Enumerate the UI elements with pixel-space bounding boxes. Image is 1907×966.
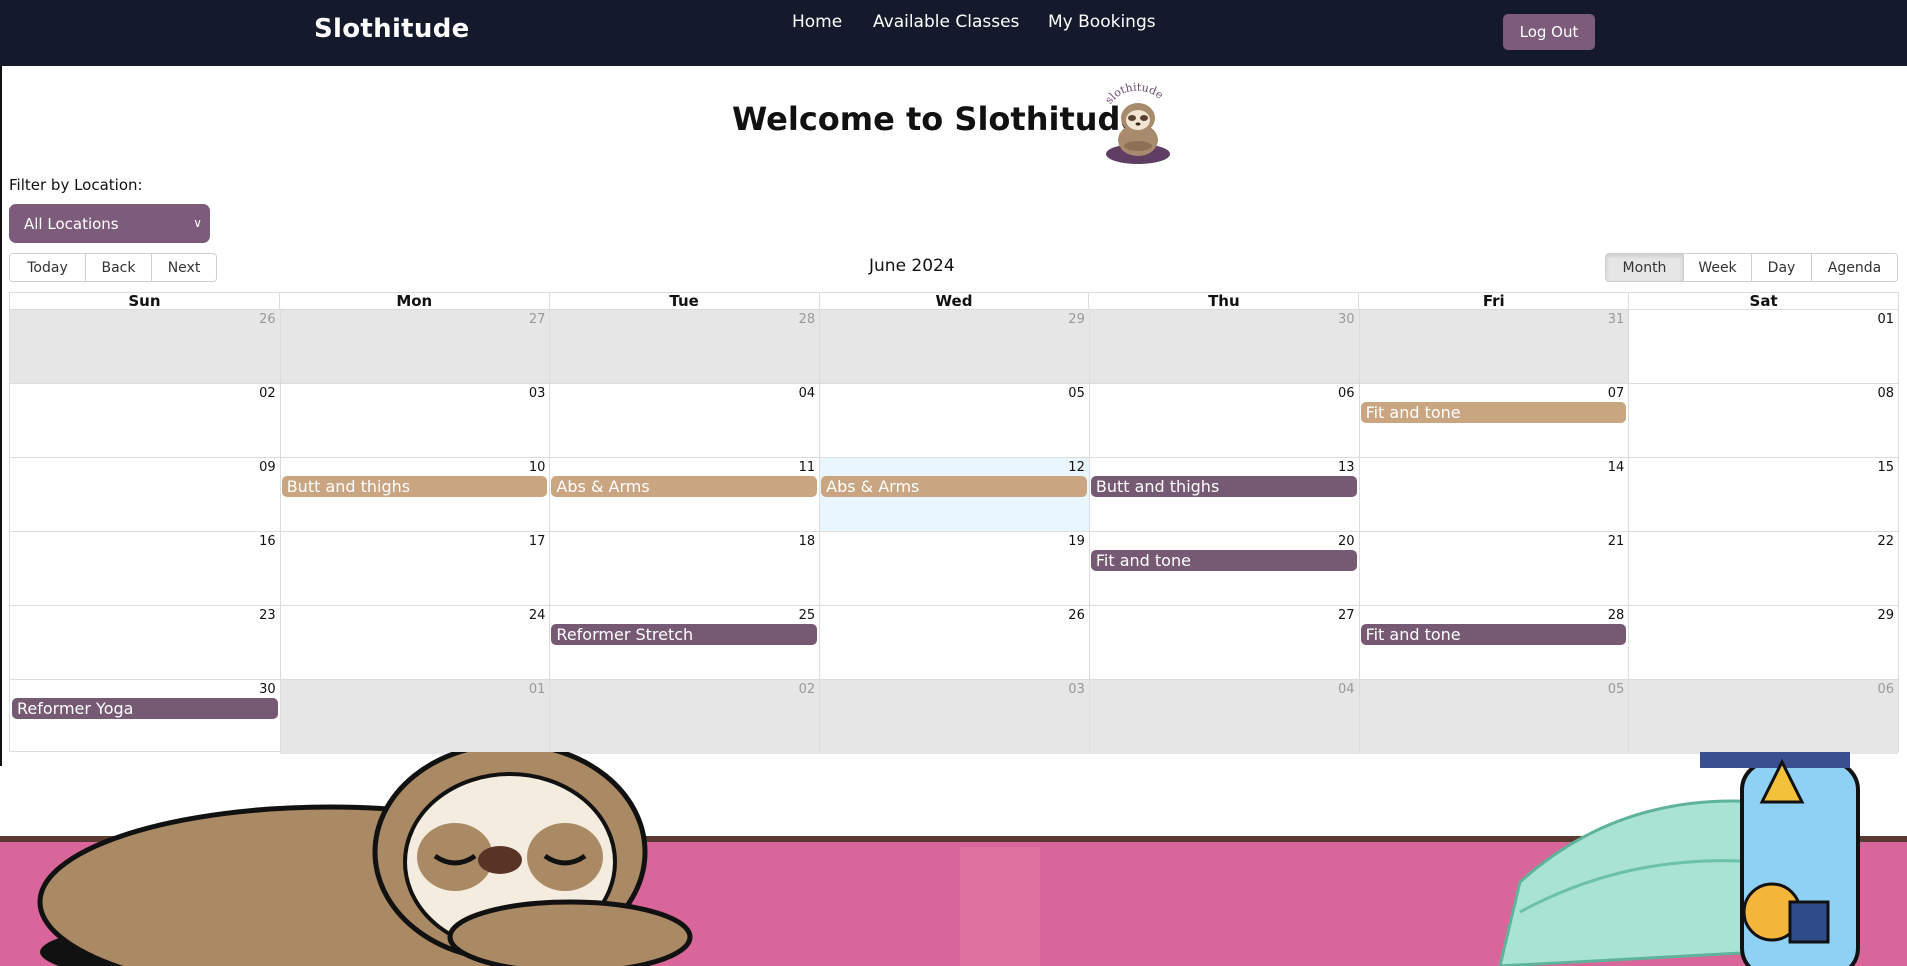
calendar-event[interactable]: Fit and tone	[1360, 402, 1627, 423]
calendar-date-number[interactable]: 28	[549, 312, 819, 327]
weekday-header-mon: Mon	[278, 293, 549, 309]
logout-button[interactable]: Log Out	[1503, 14, 1595, 50]
view-month-button[interactable]: Month	[1606, 254, 1684, 281]
nav-available-classes-link[interactable]: Available Classes	[873, 12, 1019, 32]
calendar-date-number[interactable]: 22	[1628, 534, 1898, 549]
calendar-date-number[interactable]: 28	[1359, 608, 1629, 623]
view-week-button[interactable]: Week	[1684, 254, 1752, 281]
calendar-date-number[interactable]: 08	[1628, 386, 1898, 401]
today-button[interactable]: Today	[10, 254, 86, 281]
calendar-date-number[interactable]: 20	[1089, 534, 1359, 549]
calendar-date-number[interactable]: 04	[1089, 682, 1359, 697]
calendar-date-number[interactable]: 17	[280, 534, 550, 549]
calendar-event[interactable]: Fit and tone	[1360, 624, 1627, 645]
calendar-date-number[interactable]: 16	[10, 534, 280, 549]
calendar-event[interactable]: Abs & Arms	[551, 476, 818, 497]
weekday-header-thu: Thu	[1088, 293, 1358, 309]
calendar-date-number[interactable]: 13	[1089, 460, 1359, 475]
calendar-weeks: 26 27 28 29 30 31 01 02 03 04 05 06 07 08 Fit and tone…	[10, 310, 1898, 754]
sloth-logo-icon: slothitude	[1102, 81, 1170, 164]
welcome-heading: Welcome to Slothitude	[732, 100, 1143, 138]
weekday-header-row: Sun Mon Tue Wed Thu Fri Sat	[10, 293, 1898, 310]
weekday-header-tue: Tue	[548, 293, 819, 309]
calendar-date-number[interactable]: 03	[280, 386, 550, 401]
calendar-week-row: 16 17 18 19 20 21 22 Fit and tone	[10, 532, 1898, 606]
calendar-view-buttons: Month Week Day Agenda	[1605, 253, 1898, 282]
top-navbar: Slothitude Home Available Classes My Boo…	[0, 0, 1907, 66]
calendar-event[interactable]: Reformer Yoga	[12, 698, 278, 719]
weekday-header-wed: Wed	[818, 293, 1089, 309]
calendar-date-number[interactable]: 14	[1359, 460, 1629, 475]
calendar-date-number[interactable]: 31	[1359, 312, 1629, 327]
calendar-date-number[interactable]: 30	[1089, 312, 1359, 327]
calendar-date-number[interactable]: 27	[280, 312, 550, 327]
calendar-date-number[interactable]: 26	[10, 312, 280, 327]
calendar-date-number[interactable]: 23	[10, 608, 280, 623]
calendar-date-number[interactable]: 05	[1359, 682, 1629, 697]
weekday-header-fri: Fri	[1358, 293, 1628, 309]
chevron-down-icon: ∨	[193, 216, 202, 230]
brand-title[interactable]: Slothitude	[314, 14, 470, 44]
calendar-event[interactable]: Butt and thighs	[1090, 476, 1357, 497]
calendar-nav-buttons: Today Back Next	[9, 253, 217, 282]
sleeping-sloth-illustration	[0, 752, 1907, 966]
back-button[interactable]: Back	[86, 254, 152, 281]
calendar-date-number[interactable]: 30	[10, 682, 280, 697]
calendar-date-number[interactable]: 06	[1628, 682, 1898, 697]
calendar-date-number[interactable]: 06	[1089, 386, 1359, 401]
calendar-date-number[interactable]: 25	[549, 608, 819, 623]
calendar-date-number[interactable]: 29	[819, 312, 1089, 327]
calendar-date-number[interactable]: 10	[280, 460, 550, 475]
filter-location-label: Filter by Location:	[9, 176, 143, 194]
weekday-header-sat: Sat	[1628, 293, 1898, 309]
calendar-date-number[interactable]: 01	[1628, 312, 1898, 327]
calendar-date-number[interactable]: 18	[549, 534, 819, 549]
location-select[interactable]: All Locations ∨	[9, 204, 210, 243]
nav-my-bookings-link[interactable]: My Bookings	[1048, 12, 1156, 32]
calendar-week-row: 09 10 11 12 13 14 15 Butt and thighs Abs & Arms A…	[10, 458, 1898, 532]
location-select-value: All Locations	[24, 214, 119, 233]
calendar-date-number[interactable]: 21	[1359, 534, 1629, 549]
calendar-week-row: 30 01 02 03 04 05 06 Reformer Yoga	[10, 680, 1898, 754]
calendar-date-number[interactable]: 01	[280, 682, 550, 697]
calendar-date-number[interactable]: 11	[549, 460, 819, 475]
weekday-header-sun: Sun	[128, 292, 161, 310]
logo-text: slothitude	[1102, 81, 1165, 107]
svg-text:slothitude: slothitude	[1102, 81, 1165, 107]
calendar-date-number[interactable]: 03	[819, 682, 1089, 697]
calendar-date-number[interactable]: 29	[1628, 608, 1898, 623]
calendar-date-number[interactable]: 15	[1628, 460, 1898, 475]
next-button[interactable]: Next	[152, 254, 216, 281]
calendar-event[interactable]: Reformer Stretch	[551, 624, 818, 645]
calendar-date-number[interactable]: 02	[549, 682, 819, 697]
calendar-date-number[interactable]: 05	[819, 386, 1089, 401]
calendar-week-row: 23 24 25 26 27 28 29 Reformer Stretch Fit and to…	[10, 606, 1898, 680]
calendar-week-row: 02 03 04 05 06 07 08 Fit and tone	[10, 384, 1898, 458]
calendar-date-number[interactable]: 19	[819, 534, 1089, 549]
month-calendar: Sun Mon Tue Wed Thu Fri Sat 26 27 28 29 30 31…	[9, 292, 1899, 754]
nav-home-link[interactable]: Home	[792, 12, 842, 32]
view-agenda-button[interactable]: Agenda	[1812, 254, 1897, 281]
page-edge-divider	[0, 66, 2, 766]
calendar-date-number[interactable]: 27	[1089, 608, 1359, 623]
view-day-button[interactable]: Day	[1752, 254, 1812, 281]
calendar-date-number[interactable]: 24	[280, 608, 550, 623]
calendar-event[interactable]: Abs & Arms	[821, 476, 1087, 497]
calendar-event[interactable]: Butt and thighs	[281, 476, 548, 497]
calendar-date-number[interactable]: 04	[549, 386, 819, 401]
calendar-period-label: June 2024	[869, 256, 955, 276]
calendar-date-number[interactable]: 12	[819, 460, 1089, 475]
calendar-date-number[interactable]: 07	[1359, 386, 1629, 401]
calendar-date-number[interactable]: 26	[819, 608, 1089, 623]
calendar-date-number[interactable]: 09	[10, 460, 280, 475]
calendar-event[interactable]: Fit and tone	[1090, 550, 1357, 571]
calendar-week-row: 26 27 28 29 30 31 01	[10, 310, 1898, 384]
calendar-date-number[interactable]: 02	[10, 386, 280, 401]
